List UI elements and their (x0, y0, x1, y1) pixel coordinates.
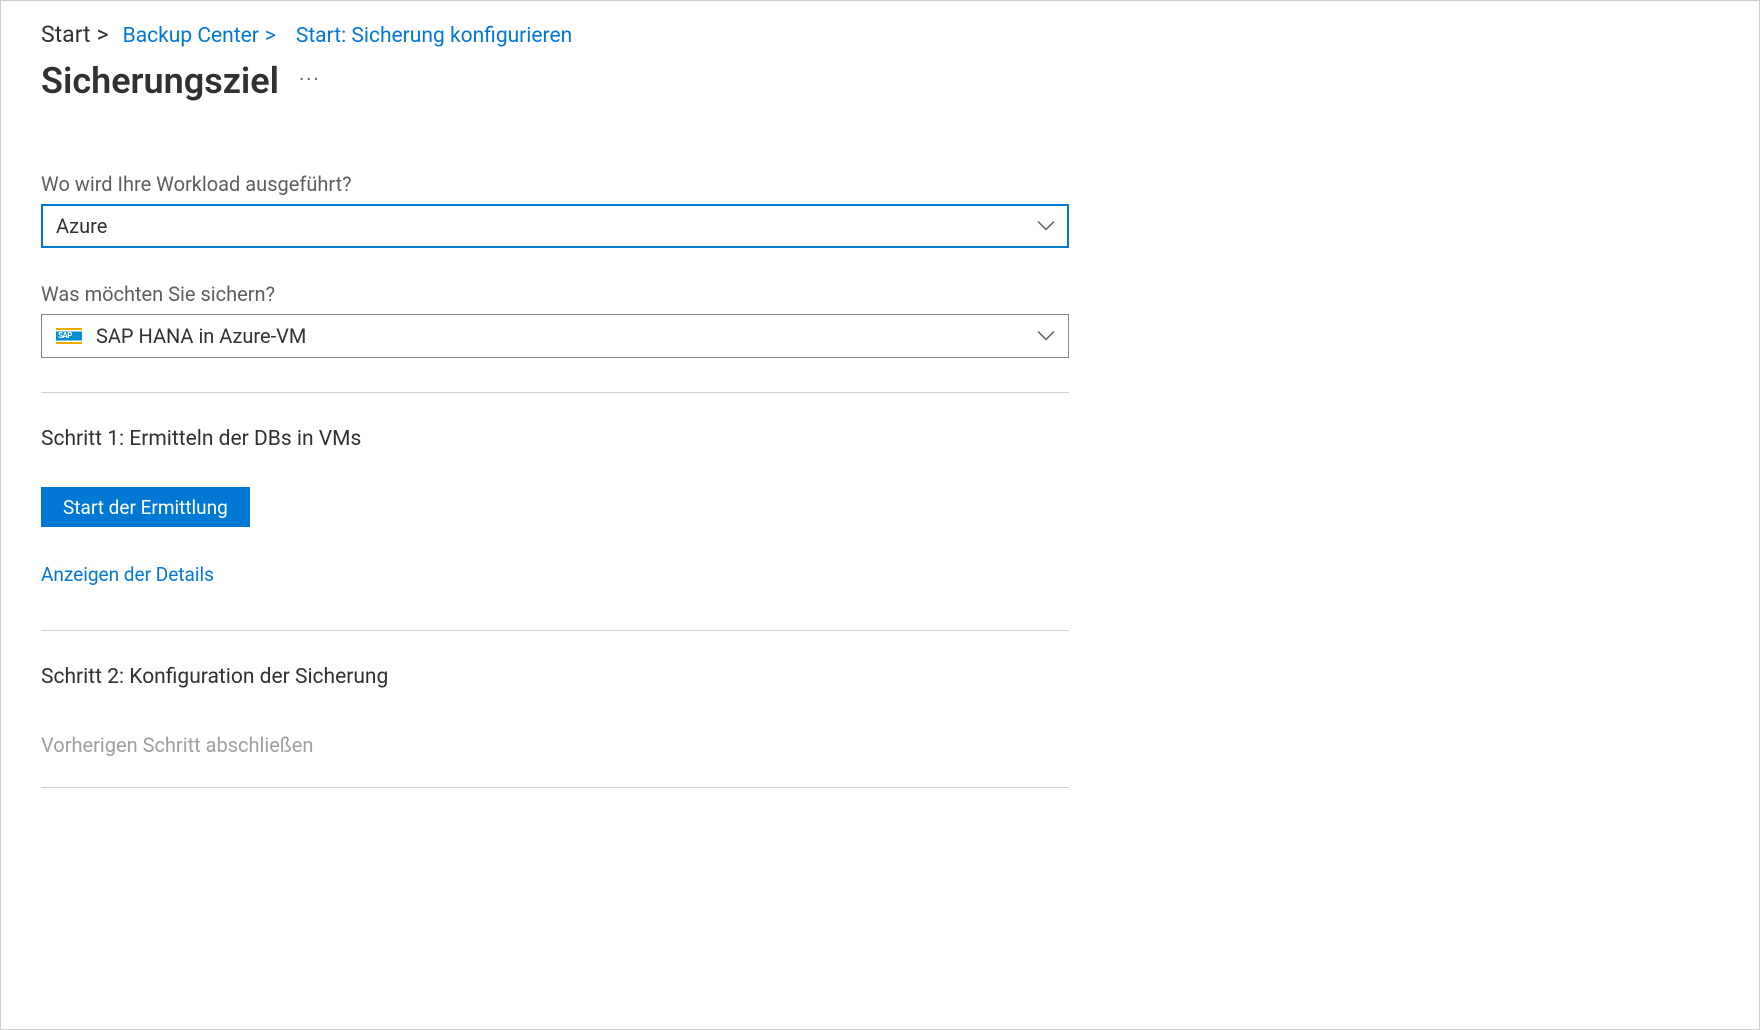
breadcrumb-sep: > (97, 21, 109, 48)
page-title: Sicherungsziel (41, 60, 279, 102)
workload-location-label: Wo wird Ihre Workload ausgeführt? (41, 172, 1069, 196)
breadcrumb-sep: > (265, 24, 276, 48)
workload-location-select[interactable]: Azure (41, 204, 1069, 248)
breadcrumb-configure-backup[interactable]: Start: Sicherung konfigurieren (296, 24, 572, 48)
start-discovery-button[interactable]: Start der Ermittlung (41, 487, 250, 527)
step2-title: Schritt 2: Konfiguration der Sicherung (41, 665, 1069, 689)
more-actions-icon[interactable]: ··· (299, 67, 321, 95)
sap-icon (56, 327, 82, 345)
backup-target-label: Was möchten Sie sichern? (41, 282, 1069, 306)
chevron-down-icon (1037, 221, 1055, 232)
step1-title: Schritt 1: Ermitteln der DBs in VMs (41, 427, 1069, 451)
breadcrumb: Start > Backup Center > Start: Sicherung… (41, 21, 1719, 48)
backup-target-value: SAP HANA in Azure-VM (96, 324, 306, 348)
divider (41, 787, 1069, 788)
chevron-down-icon (1037, 331, 1055, 342)
step2-note: Vorherigen Schritt abschließen (41, 733, 1069, 757)
workload-location-value: Azure (56, 214, 107, 238)
view-details-link[interactable]: Anzeigen der Details (41, 563, 214, 586)
backup-target-select[interactable]: SAP HANA in Azure-VM (41, 314, 1069, 358)
divider (41, 392, 1069, 393)
breadcrumb-backup-center[interactable]: Backup Center (123, 24, 259, 48)
divider (41, 630, 1069, 631)
breadcrumb-start[interactable]: Start (41, 21, 91, 48)
